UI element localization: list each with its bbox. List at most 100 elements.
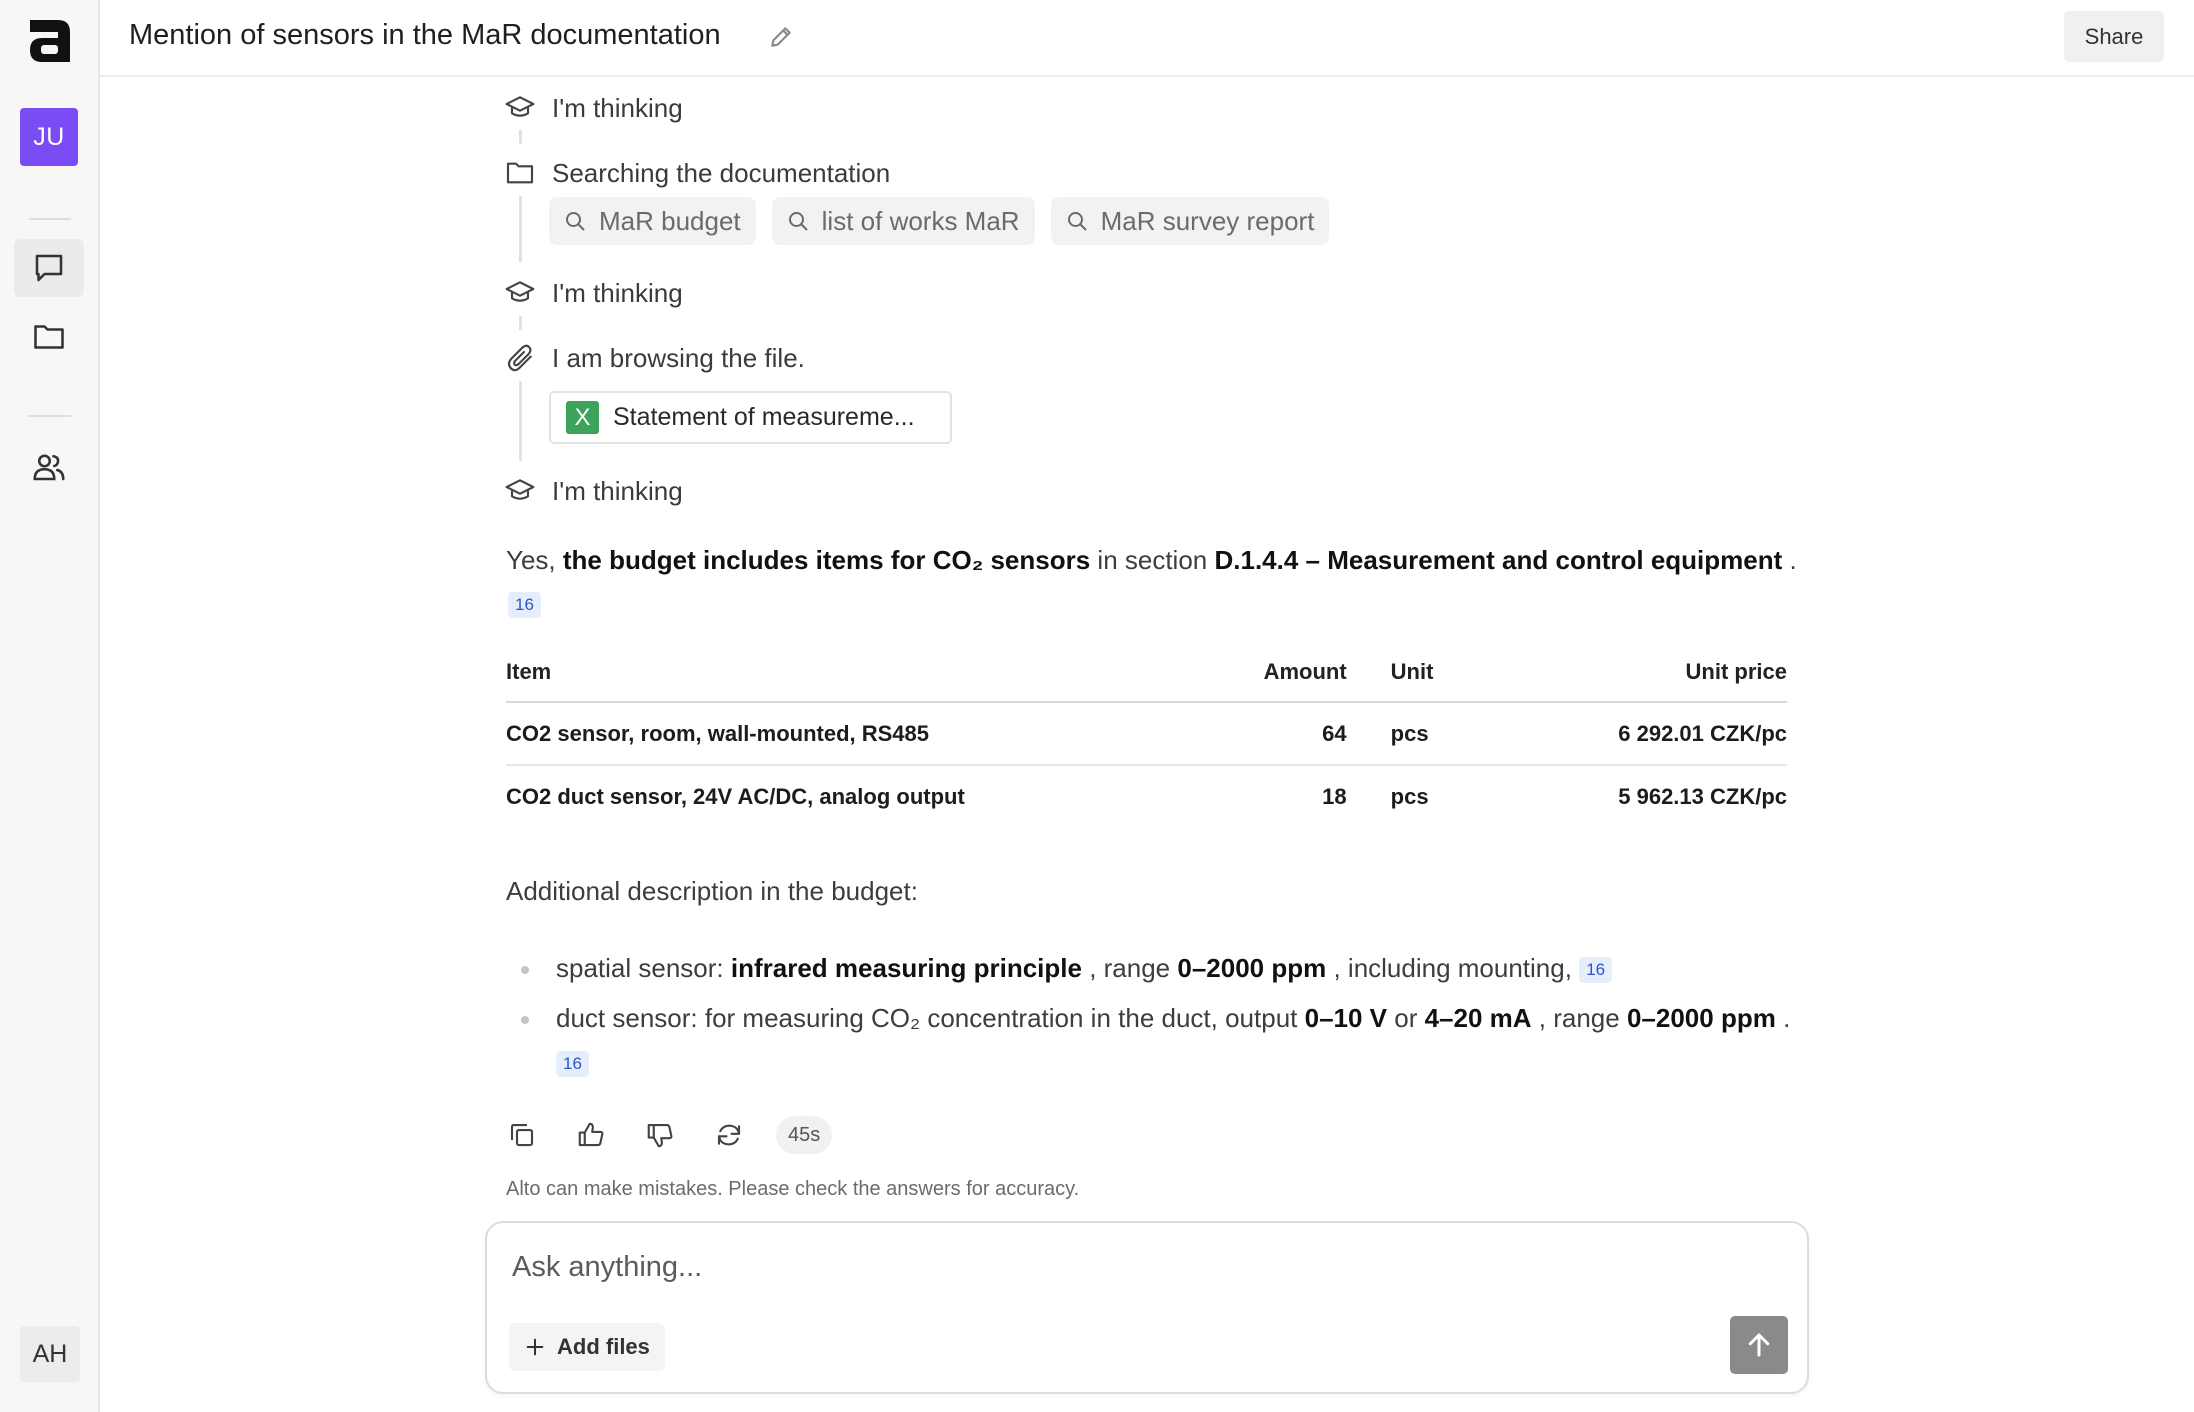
answer-highlight: the budget includes items for CO₂ sensor… bbox=[562, 545, 1091, 575]
answer-text: in section bbox=[1090, 545, 1215, 575]
message-input[interactable] bbox=[512, 1245, 1762, 1289]
response-time-badge: 45s bbox=[776, 1116, 833, 1154]
sidebar-item-chats[interactable] bbox=[14, 239, 84, 297]
search-queries: MaR budget list of works MaR MaR survey … bbox=[549, 197, 1330, 245]
column-header: Item bbox=[506, 642, 1187, 703]
timeline-line bbox=[519, 196, 522, 262]
file-card[interactable]: X Statement of measureme... bbox=[549, 391, 952, 444]
browse-step[interactable]: I am browsing the file. bbox=[504, 338, 805, 378]
add-files-button[interactable]: Add files bbox=[509, 1323, 665, 1371]
list-item: duct sensor: for measuring CO₂ concentra… bbox=[506, 996, 1806, 1084]
citation-badge[interactable]: 16 bbox=[508, 592, 541, 618]
table-cell: pcs bbox=[1390, 784, 1429, 809]
header: Mention of sensors in the MaR documentat… bbox=[100, 0, 2194, 77]
answer-section: D.1.4.4 – Measurement and control equipm… bbox=[1214, 545, 1783, 575]
sidebar-divider bbox=[29, 415, 71, 417]
bold-text: infrared measuring principle bbox=[730, 953, 1082, 983]
thinking-step: I'm thinking bbox=[504, 273, 683, 313]
text: or bbox=[1387, 1003, 1425, 1033]
search-icon bbox=[788, 212, 808, 231]
folder-icon bbox=[34, 325, 64, 349]
step-label: I'm thinking bbox=[552, 475, 683, 506]
file-name: Statement of measureme... bbox=[613, 403, 915, 431]
timeline-line bbox=[519, 130, 522, 144]
thumbs-down-icon bbox=[647, 1123, 673, 1148]
thumbs-up-button[interactable] bbox=[573, 1117, 609, 1153]
description-list: spatial sensor: infrared measuring princ… bbox=[506, 946, 1806, 1090]
refresh-icon bbox=[717, 1124, 741, 1146]
text: , including mounting, bbox=[1326, 953, 1580, 983]
pencil-icon[interactable] bbox=[768, 24, 794, 50]
citation-badge[interactable]: 16 bbox=[1579, 957, 1613, 984]
page-title: Mention of sensors in the MaR documentat… bbox=[129, 19, 721, 51]
column-header: Amount bbox=[1186, 642, 1347, 703]
query-text: MaR budget bbox=[599, 205, 741, 236]
bold-text: 4–20 mA bbox=[1424, 1003, 1532, 1033]
sidebar-item-team[interactable] bbox=[14, 438, 84, 496]
user-avatar[interactable]: JU bbox=[20, 108, 78, 166]
timeline-line bbox=[519, 381, 522, 461]
table-cell: CO2 duct sensor, 24V AC/DC, analog outpu… bbox=[506, 784, 965, 809]
chat-bubble-icon bbox=[35, 254, 63, 282]
search-step[interactable]: Searching the documentation bbox=[504, 153, 890, 193]
table-cell: 18 bbox=[1322, 784, 1347, 809]
search-icon bbox=[566, 212, 585, 231]
account-avatar[interactable]: AH bbox=[20, 1326, 80, 1382]
graduation-cap-icon bbox=[505, 281, 535, 302]
table-cell: CO2 sensor, room, wall-mounted, RS485 bbox=[506, 702, 1187, 766]
bold-text: 0–2000 ppm bbox=[1177, 953, 1327, 983]
excel-file-icon: X bbox=[566, 401, 599, 434]
table-header-row: Item Amount Unit Unit price bbox=[506, 642, 1787, 703]
share-button[interactable]: Share bbox=[2064, 11, 2164, 62]
step-label: I'm thinking bbox=[552, 277, 683, 308]
table-cell: 5 962.13 CZK/pc bbox=[1618, 784, 1787, 809]
step-label: Searching the documentation bbox=[552, 157, 891, 188]
table-row: CO2 duct sensor, 24V AC/DC, analog outpu… bbox=[506, 765, 1787, 828]
plus-icon bbox=[526, 1338, 544, 1356]
paperclip-icon bbox=[507, 344, 532, 372]
citation-badge[interactable]: 16 bbox=[556, 1051, 589, 1078]
column-header: Unit price bbox=[1536, 642, 1787, 703]
users-icon bbox=[33, 454, 65, 481]
answer-text: . bbox=[1782, 545, 1797, 575]
sidebar-item-files[interactable] bbox=[14, 308, 84, 366]
query-text: MaR survey report bbox=[1100, 205, 1315, 236]
step-label: I am browsing the file. bbox=[552, 342, 805, 373]
sidebar-divider bbox=[29, 218, 71, 220]
list-item: spatial sensor: infrared measuring princ… bbox=[506, 946, 1806, 990]
text: , range bbox=[1531, 1003, 1627, 1033]
search-icon bbox=[1067, 212, 1087, 231]
thumbs-down-button[interactable] bbox=[642, 1117, 678, 1153]
query-text: list of works MaR bbox=[821, 205, 1020, 236]
message-actions: 45s bbox=[504, 1116, 833, 1154]
graduation-cap-icon bbox=[505, 96, 535, 117]
send-button[interactable] bbox=[1730, 1316, 1788, 1374]
add-files-label: Add files bbox=[557, 1334, 650, 1359]
thinking-step: I'm thinking bbox=[504, 88, 683, 128]
copy-icon bbox=[510, 1123, 534, 1147]
budget-table: Item Amount Unit Unit price CO2 sensor, … bbox=[506, 642, 1787, 828]
copy-button[interactable] bbox=[504, 1117, 540, 1153]
graduation-cap-icon bbox=[505, 479, 535, 500]
search-query-chip[interactable]: MaR budget bbox=[549, 197, 756, 245]
arrow-up-icon bbox=[1748, 1333, 1770, 1357]
sidebar: JU AH bbox=[0, 0, 100, 1412]
thumbs-up-icon bbox=[578, 1122, 604, 1147]
table-cell: 6 292.01 CZK/pc bbox=[1536, 702, 1787, 766]
composer: Add files bbox=[485, 1221, 1809, 1394]
text: duct sensor: for measuring CO₂ concentra… bbox=[556, 1003, 1305, 1033]
step-label: I'm thinking bbox=[552, 92, 683, 123]
folder-icon bbox=[506, 162, 534, 184]
timeline-line bbox=[519, 316, 522, 330]
thinking-step: I'm thinking bbox=[504, 471, 683, 511]
bold-text: 0–10 V bbox=[1304, 1003, 1388, 1033]
text: . bbox=[1775, 1003, 1791, 1033]
bold-text: 0–2000 ppm bbox=[1626, 1003, 1776, 1033]
alto-logo[interactable] bbox=[28, 18, 72, 64]
text: spatial sensor: bbox=[556, 953, 731, 983]
search-query-chip[interactable]: MaR survey report bbox=[1050, 197, 1330, 245]
search-query-chip[interactable]: list of works MaR bbox=[771, 197, 1035, 245]
regenerate-button[interactable] bbox=[711, 1117, 747, 1153]
answer-text: Yes, bbox=[506, 545, 563, 575]
table-row: CO2 sensor, room, wall-mounted, RS485 64… bbox=[506, 702, 1787, 766]
